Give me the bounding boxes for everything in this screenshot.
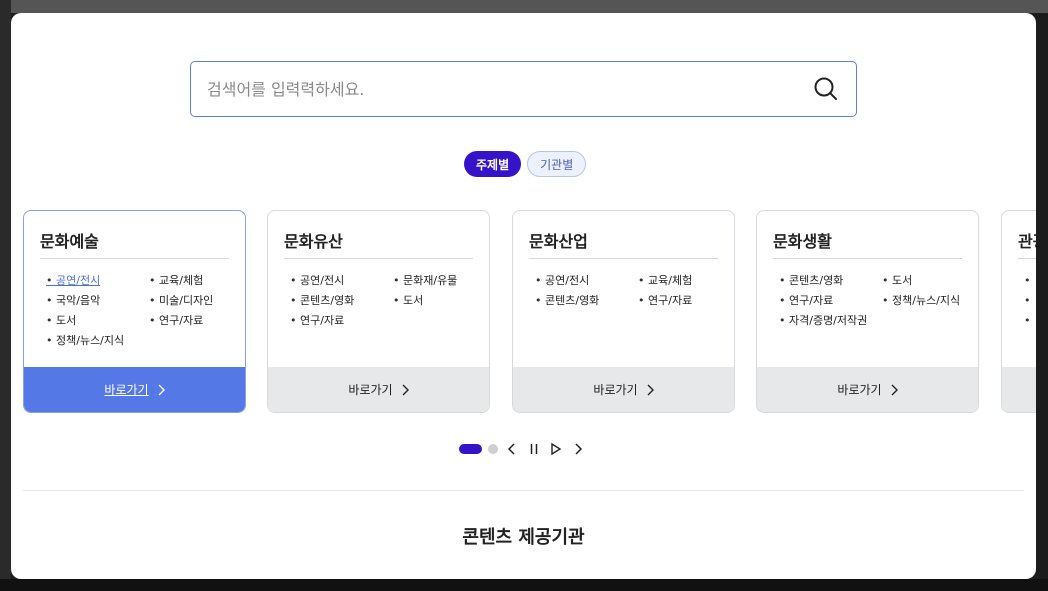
list-item[interactable]: 도서 xyxy=(882,275,972,287)
list-item[interactable]: 도서 xyxy=(46,315,149,327)
category-carousel: 문화예술 공연/전시 교육/체험 국악/음악 미술/디자인 도서 연구/자료 정… xyxy=(23,210,1036,415)
list-item[interactable]: 국악/음악 xyxy=(46,295,149,307)
page-frame: 주제별 기관별 문화예술 공연/전시 교육/체험 국악/음악 미술/디자인 도서… xyxy=(11,13,1036,579)
card-culture-arts: 문화예술 공연/전시 교육/체험 국악/음악 미술/디자인 도서 연구/자료 정… xyxy=(23,210,246,413)
card-title: 문화산업 xyxy=(529,232,588,251)
card-culture-life: 문화생활 콘텐츠/영화 도서 연구/자료 정책/뉴스/지식 자격/증명/저작권 … xyxy=(756,210,979,413)
list-item[interactable]: 교육/체험 xyxy=(149,275,239,287)
card-item-list: 공연/전시 교육/체험 국악/음악 미술/디자인 도서 연구/자료 정책/뉴스/… xyxy=(46,275,236,347)
play-button[interactable] xyxy=(548,441,564,457)
window-edge-top xyxy=(0,0,1048,13)
card-item-list: 공연/전시 교육/체험 콘텐츠/영화 연구/자료 xyxy=(535,275,725,307)
card-item-list: 공연/전시 문화재/유물 콘텐츠/영화 도서 연구/자료 xyxy=(290,275,480,327)
chevron-right-icon xyxy=(158,384,165,395)
list-item[interactable]: 연구/자료 xyxy=(149,315,239,327)
go-button-label: 바로가기 xyxy=(837,383,882,397)
go-button[interactable]: 바로가기 xyxy=(24,367,245,412)
list-item[interactable]: 연구/자료 xyxy=(638,295,728,307)
card-tourism-partial: 관광 xyxy=(1001,210,1036,413)
carousel-controls xyxy=(459,441,586,457)
list-item[interactable]: 공연/전시 xyxy=(535,275,638,287)
go-button[interactable]: 바로가기 xyxy=(268,367,489,412)
list-item[interactable] xyxy=(1024,275,1036,287)
list-item[interactable]: 연구/자료 xyxy=(290,315,393,327)
card-title: 관광 xyxy=(1018,232,1036,251)
list-item[interactable]: 미술/디자인 xyxy=(149,295,239,307)
list-item[interactable]: 정책/뉴스/지식 xyxy=(46,335,149,347)
tab-by-institution[interactable]: 기관별 xyxy=(527,151,587,177)
chevron-right-icon xyxy=(575,443,583,455)
pause-icon xyxy=(530,444,538,454)
go-button[interactable] xyxy=(1002,367,1036,412)
list-item[interactable]: 콘텐츠/영화 xyxy=(779,275,882,287)
tab-by-subject[interactable]: 주제별 xyxy=(464,151,522,177)
chevron-left-icon xyxy=(507,443,515,455)
divider xyxy=(40,258,229,259)
list-item[interactable] xyxy=(1024,295,1036,307)
pagination-dot[interactable] xyxy=(488,444,498,454)
list-item[interactable]: 정책/뉴스/지식 xyxy=(882,295,972,307)
go-button-label: 바로가기 xyxy=(593,383,638,397)
pagination-dot-active[interactable] xyxy=(459,444,482,454)
list-item[interactable]: 콘텐츠/영화 xyxy=(535,295,638,307)
chevron-right-icon xyxy=(891,384,898,395)
search-input[interactable] xyxy=(191,62,796,116)
list-item[interactable]: 자격/증명/저작권 xyxy=(779,315,972,327)
section-title: 콘텐츠 제공기관 xyxy=(462,527,585,548)
search-button[interactable] xyxy=(796,62,856,116)
search-icon xyxy=(814,77,837,100)
go-button-label: 바로가기 xyxy=(348,383,393,397)
section-divider xyxy=(23,490,1024,491)
card-item-list: 콘텐츠/영화 도서 연구/자료 정책/뉴스/지식 자격/증명/저작권 xyxy=(779,275,969,327)
prev-button[interactable] xyxy=(504,441,520,457)
card-culture-industry: 문화산업 공연/전시 교육/체험 콘텐츠/영화 연구/자료 바로가기 xyxy=(512,210,735,413)
card-title: 문화유산 xyxy=(284,232,343,251)
divider xyxy=(773,258,962,259)
list-item[interactable]: 교육/체험 xyxy=(638,275,728,287)
go-button[interactable]: 바로가기 xyxy=(757,367,978,412)
chevron-right-icon xyxy=(647,384,654,395)
list-item[interactable]: 연구/자료 xyxy=(779,295,882,307)
play-icon xyxy=(551,442,562,456)
chevron-right-icon xyxy=(402,384,409,395)
card-title: 문화예술 xyxy=(40,232,99,251)
list-item[interactable]: 문화재/유물 xyxy=(393,275,483,287)
window-edge-bottom xyxy=(0,579,1048,591)
category-tabs: 주제별 기관별 xyxy=(464,151,587,177)
list-item[interactable]: 공연/전시 xyxy=(46,275,149,287)
divider xyxy=(284,258,473,259)
list-item[interactable]: 공연/전시 xyxy=(290,275,393,287)
go-button-label: 바로가기 xyxy=(104,383,149,397)
card-title: 문화생활 xyxy=(773,232,832,251)
divider xyxy=(529,258,718,259)
card-culture-heritage: 문화유산 공연/전시 문화재/유물 콘텐츠/영화 도서 연구/자료 바로가기 xyxy=(267,210,490,413)
go-button[interactable]: 바로가기 xyxy=(513,367,734,412)
next-button[interactable] xyxy=(570,441,586,457)
card-item-list xyxy=(1024,275,1036,327)
search-bar xyxy=(190,61,857,117)
list-item[interactable] xyxy=(1024,315,1036,327)
divider xyxy=(1018,258,1036,259)
window-edge-left xyxy=(0,0,11,591)
pause-button[interactable] xyxy=(526,441,542,457)
list-item[interactable]: 도서 xyxy=(393,295,483,307)
list-item[interactable]: 콘텐츠/영화 xyxy=(290,295,393,307)
